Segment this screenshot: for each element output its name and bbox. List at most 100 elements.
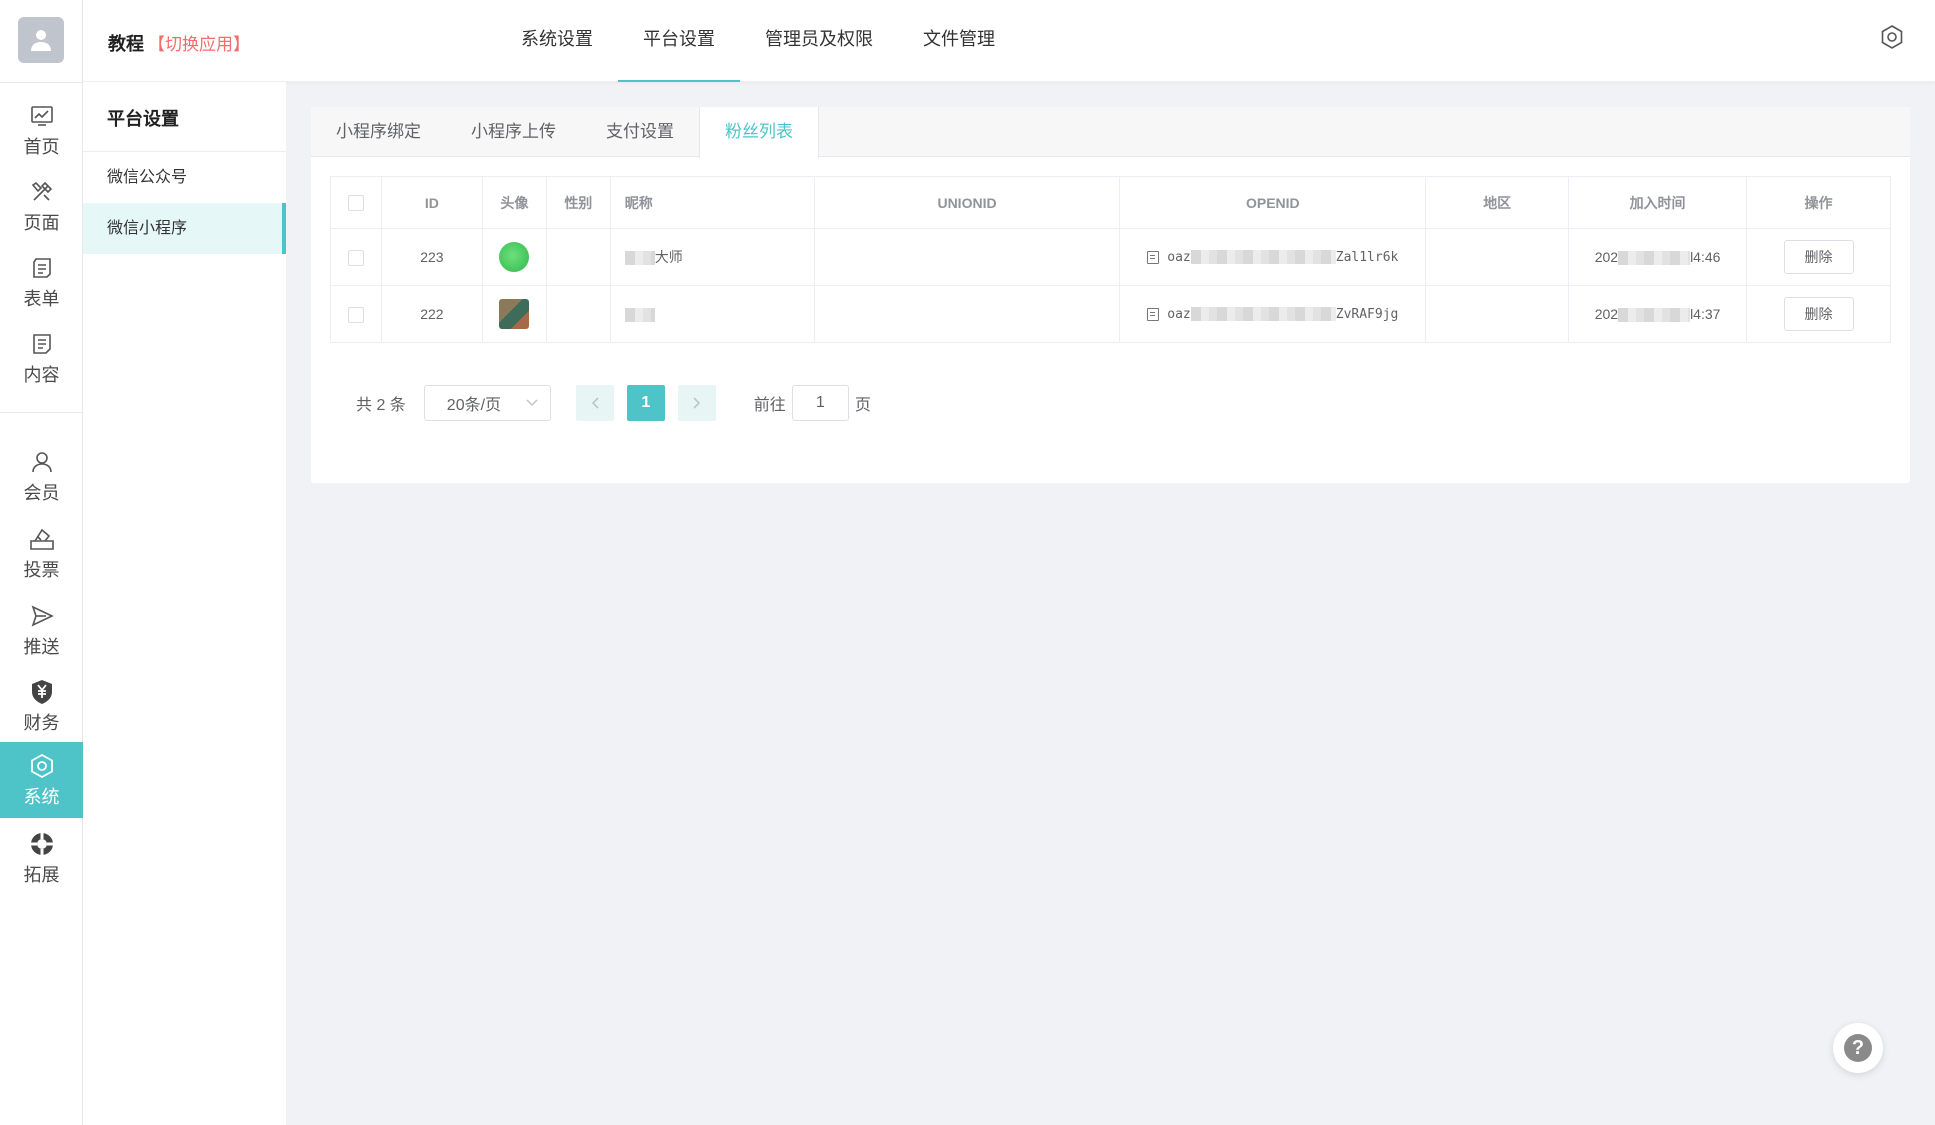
- delete-button[interactable]: 删除: [1783, 240, 1854, 274]
- unionid-cell: [813, 285, 1121, 343]
- help-button[interactable]: ?: [1833, 1023, 1883, 1073]
- gender-cell: [545, 285, 611, 343]
- region-cell: [1425, 228, 1570, 286]
- tab-miniprogram-binding[interactable]: 小程序绑定: [311, 107, 446, 157]
- page-size-value: 20条/页: [446, 397, 502, 414]
- rail-item-vote[interactable]: 投票: [0, 515, 83, 591]
- redacted-text: [1618, 308, 1691, 323]
- nav-admin-permissions[interactable]: 管理员及权限: [740, 0, 898, 82]
- delete-button[interactable]: 删除: [1783, 297, 1854, 331]
- table-row: 222 oaz ZvRAF9jg 202 l4:37 删除: [330, 285, 1891, 343]
- chevron-right-icon: [693, 397, 700, 409]
- nickname-cell: [609, 285, 815, 343]
- page-number-current[interactable]: 1: [626, 385, 665, 421]
- row-checkbox[interactable]: [347, 249, 364, 266]
- action-cell: 删除: [1746, 285, 1891, 343]
- id-cell: 223: [380, 228, 483, 286]
- rail-item-label: 投票: [23, 559, 60, 580]
- rail-item-member[interactable]: 会员: [0, 438, 83, 514]
- rail-item-label: 内容: [23, 364, 60, 385]
- nav-system-settings[interactable]: 系统设置: [496, 0, 618, 82]
- nav-platform-settings[interactable]: 平台设置: [618, 0, 740, 82]
- openid-suffix: ZvRAF9jg: [1335, 306, 1399, 322]
- row-checkbox[interactable]: [347, 306, 364, 323]
- pagination: 共 2 条 20条/页 1 前往 页: [356, 385, 871, 421]
- rail-item-content[interactable]: 内容: [0, 320, 83, 396]
- next-page-button[interactable]: [677, 385, 716, 421]
- chevron-down-icon: [526, 399, 538, 407]
- avatar: [499, 242, 530, 272]
- vote-icon: [28, 525, 56, 553]
- rail-item-finance[interactable]: 财务: [0, 668, 83, 744]
- column-header: 加入时间: [1568, 176, 1748, 229]
- top-nav: 系统设置 平台设置 管理员及权限 文件管理: [496, 0, 1020, 82]
- column-header: 操作: [1746, 176, 1891, 229]
- time-prefix: 202: [1594, 305, 1619, 322]
- send-icon: [28, 602, 56, 630]
- redacted-text: [624, 308, 655, 323]
- rail-item-system[interactable]: 系统: [0, 742, 83, 818]
- rail-item-label: 拓展: [23, 864, 60, 885]
- column-header: 昵称: [609, 176, 815, 229]
- tools-icon: [28, 178, 56, 206]
- copy-icon[interactable]: [1147, 250, 1160, 264]
- rail-item-label: 会员: [23, 482, 60, 503]
- nickname-cell: 大师: [609, 228, 815, 286]
- app-name: 教程: [108, 34, 144, 54]
- row-select-cell: [330, 285, 382, 343]
- rail-item-label: 表单: [23, 288, 60, 309]
- join-time-cell: 202 l4:46: [1568, 228, 1748, 286]
- tab-fans-list[interactable]: 粉丝列表: [699, 107, 819, 158]
- openid-prefix: oaz: [1167, 306, 1191, 322]
- column-header: 性别: [545, 176, 611, 229]
- goto-page-input[interactable]: [791, 385, 849, 421]
- tab-payment-settings[interactable]: 支付设置: [581, 107, 699, 157]
- form-icon: [28, 254, 56, 282]
- secondary-sidebar: 平台设置 微信公众号 微信小程序: [83, 82, 286, 1125]
- user-icon: [31, 30, 51, 51]
- join-time-cell: 202 l4:37: [1568, 285, 1748, 343]
- avatar: [499, 299, 530, 329]
- table-header-row: ID 头像 性别 昵称 UNIONID OPENID 地区 加入时间 操作: [330, 176, 1891, 229]
- time-suffix: l4:46: [1690, 248, 1721, 265]
- rail-item-label: 页面: [23, 212, 60, 233]
- switch-app-link[interactable]: 【切换应用】: [148, 30, 250, 55]
- rail-item-label: 推送: [23, 636, 60, 657]
- page-unit-label: 页: [854, 397, 871, 414]
- copy-icon[interactable]: [1147, 307, 1160, 321]
- rail-item-page[interactable]: 页面: [0, 168, 83, 244]
- user-icon: [28, 448, 56, 476]
- chevron-left-icon: [591, 397, 599, 409]
- select-all-checkbox[interactable]: [347, 195, 364, 212]
- top-header: 教程 【切换应用】 系统设置 平台设置 管理员及权限 文件管理: [83, 0, 1935, 82]
- redacted-text: [1190, 250, 1336, 264]
- openid-cell: oaz ZvRAF9jg: [1119, 285, 1427, 343]
- column-header: 地区: [1425, 176, 1570, 229]
- rail-item-form[interactable]: 表单: [0, 244, 83, 320]
- redacted-text: [1618, 251, 1691, 266]
- rail-item-push[interactable]: 推送: [0, 592, 83, 668]
- sidebar-item-wechat-miniprogram[interactable]: 微信小程序: [83, 203, 286, 254]
- chart-line-icon: [28, 102, 56, 130]
- openid-prefix: oaz: [1167, 249, 1191, 265]
- question-mark-icon: ?: [1844, 1034, 1872, 1062]
- sidebar-item-wechat-official[interactable]: 微信公众号: [83, 152, 286, 203]
- rail-item-extend[interactable]: 拓展: [0, 820, 83, 896]
- fans-table: ID 头像 性别 昵称 UNIONID OPENID 地区 加入时间 操作 22…: [330, 176, 1891, 343]
- column-header: OPENID: [1119, 176, 1427, 229]
- rail-item-label: 财务: [23, 712, 60, 733]
- rail-item-home[interactable]: 首页: [0, 92, 83, 168]
- yen-shield-icon: [28, 678, 56, 706]
- gear-icon[interactable]: [1879, 24, 1905, 50]
- tab-miniprogram-upload[interactable]: 小程序上传: [446, 107, 581, 157]
- action-cell: 删除: [1746, 228, 1891, 286]
- user-avatar[interactable]: [18, 17, 64, 63]
- prev-page-button[interactable]: [575, 385, 614, 421]
- hexagon-gear-icon: [28, 752, 56, 780]
- nav-file-management[interactable]: 文件管理: [898, 0, 1020, 82]
- total-count: 共 2 条: [356, 397, 406, 414]
- redacted-text: [624, 251, 655, 266]
- page-size-select[interactable]: 20条/页: [423, 385, 551, 421]
- nickname-text: 大师: [654, 249, 683, 265]
- rail-divider: [0, 412, 83, 413]
